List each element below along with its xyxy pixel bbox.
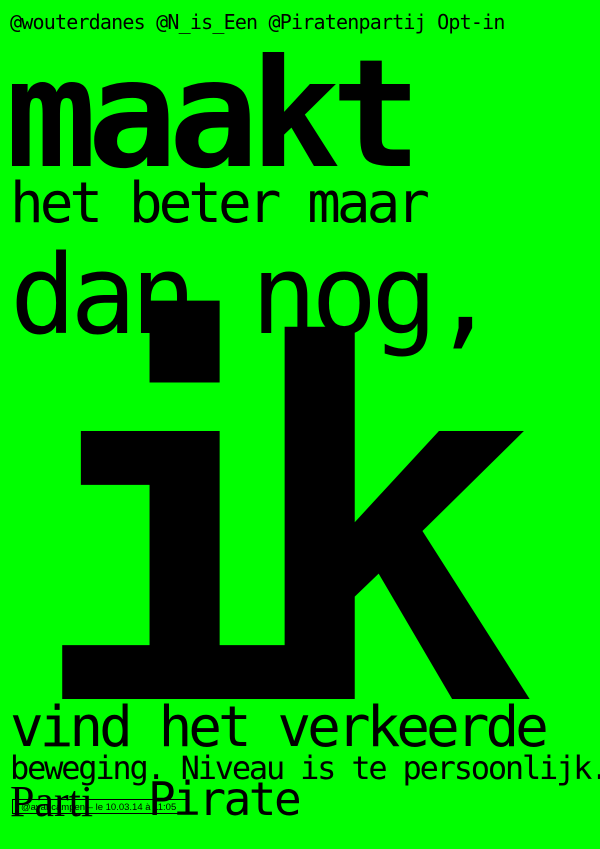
credit-label: @avancampen – le 10.03.14 à 11:05 xyxy=(12,799,188,814)
headline-maakt: maakt xyxy=(6,28,422,202)
poster: @wouterdanes @N_is_Een @Piratenpartij Op… xyxy=(0,0,600,849)
headline-beter: het beter maar xyxy=(10,171,430,236)
headline-verkeerde: vind het verkeerde xyxy=(10,695,549,760)
headline-beweging: beweging. Niveau is te persoonlijk. xyxy=(10,749,600,787)
